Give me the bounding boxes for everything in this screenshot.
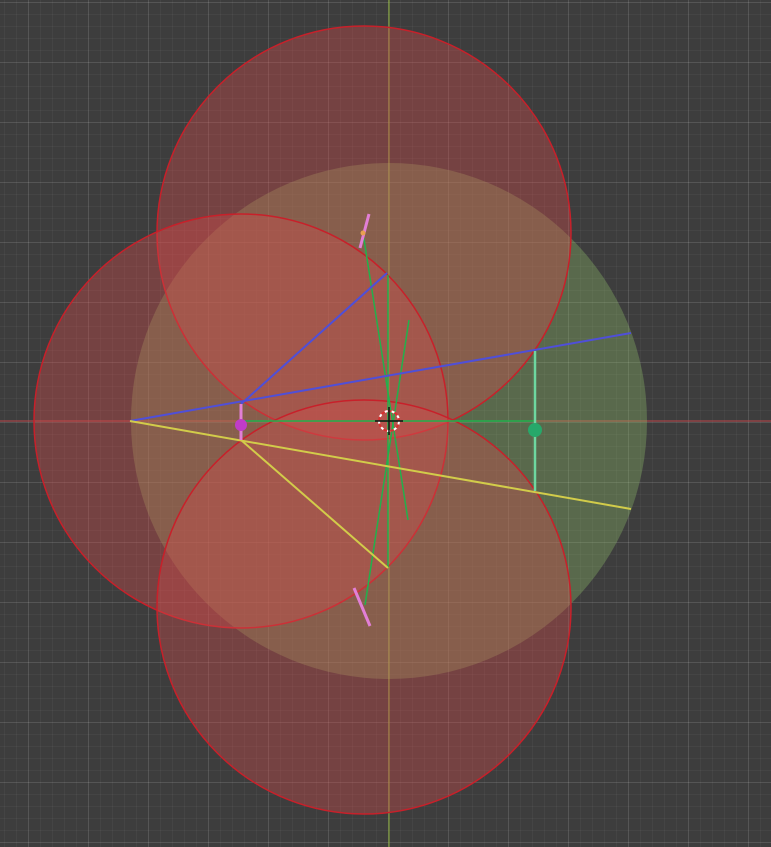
teal-gizmo-icon[interactable] <box>528 423 542 437</box>
pink-handle-top-dot[interactable] <box>360 230 366 236</box>
viewport-scene[interactable] <box>0 0 771 847</box>
magenta-gizmo-icon[interactable] <box>235 419 247 431</box>
3d-viewport[interactable] <box>0 0 771 847</box>
